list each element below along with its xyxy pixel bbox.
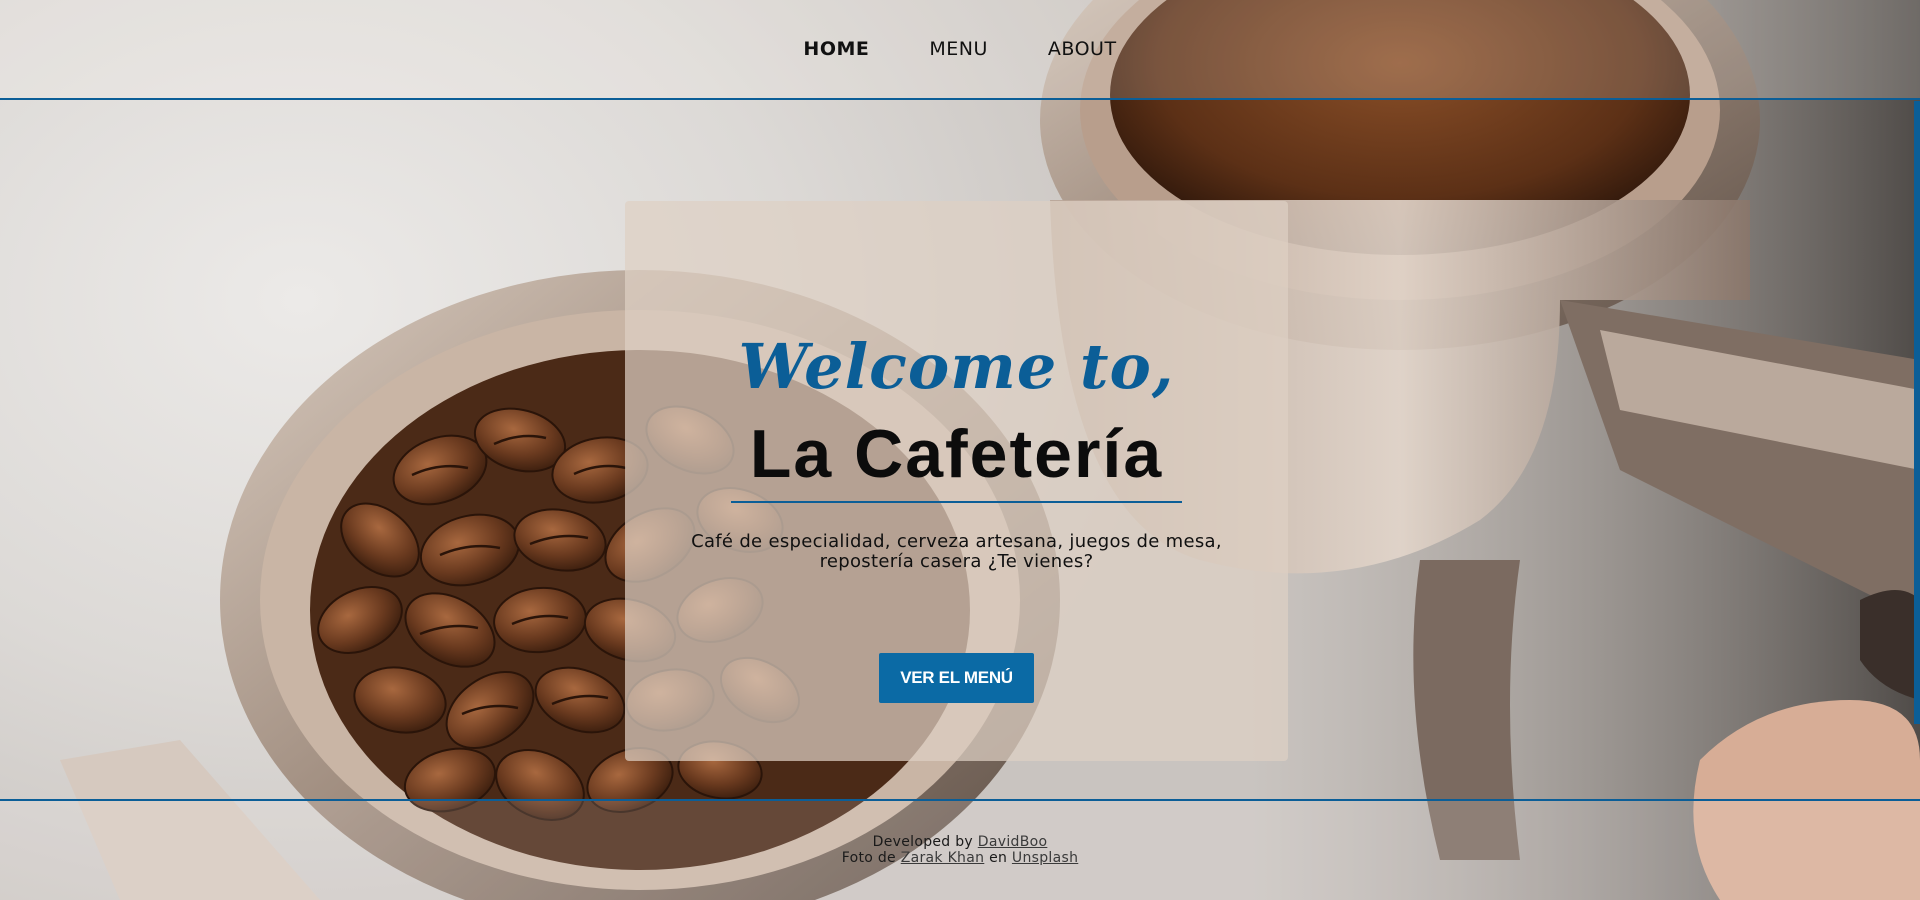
hero-tagline: Café de especialidad, cerveza artesana, … (691, 531, 1222, 572)
title-divider (731, 501, 1182, 503)
main-nav: HOME MENU ABOUT (0, 36, 1920, 62)
hero-card: Welcome to, La Cafetería Café de especia… (625, 201, 1288, 761)
nav-menu-link[interactable]: MENU (899, 36, 1018, 62)
nav-about-link[interactable]: ABOUT (1018, 36, 1147, 62)
photo-by-text: Foto de (841, 850, 896, 866)
right-edge-accent (1914, 101, 1920, 724)
photo-source-connector: en (989, 850, 1008, 866)
site-footer: Developed by DavidBoo Foto de Zarak Khan… (0, 801, 1920, 900)
photo-credit: Foto de Zarak Khan en Unsplash (0, 850, 1920, 866)
welcome-heading: Welcome to, (738, 330, 1175, 403)
developer-link[interactable]: DavidBoo (978, 834, 1048, 850)
view-menu-button[interactable]: VER EL MENÚ (879, 653, 1034, 703)
unsplash-link[interactable]: Unsplash (1012, 850, 1078, 866)
hero-section: Welcome to, La Cafetería Café de especia… (0, 100, 1920, 801)
footer-credits: Developed by DavidBoo Foto de Zarak Khan… (0, 834, 1920, 866)
photographer-link[interactable]: Zarak Khan (901, 850, 985, 866)
developer-credit: Developed by DavidBoo (0, 834, 1920, 850)
site-header: HOME MENU ABOUT (0, 0, 1920, 100)
page-title: La Cafetería (749, 416, 1164, 492)
nav-home-link[interactable]: HOME (773, 36, 899, 62)
developed-by-text: Developed by (872, 834, 974, 850)
